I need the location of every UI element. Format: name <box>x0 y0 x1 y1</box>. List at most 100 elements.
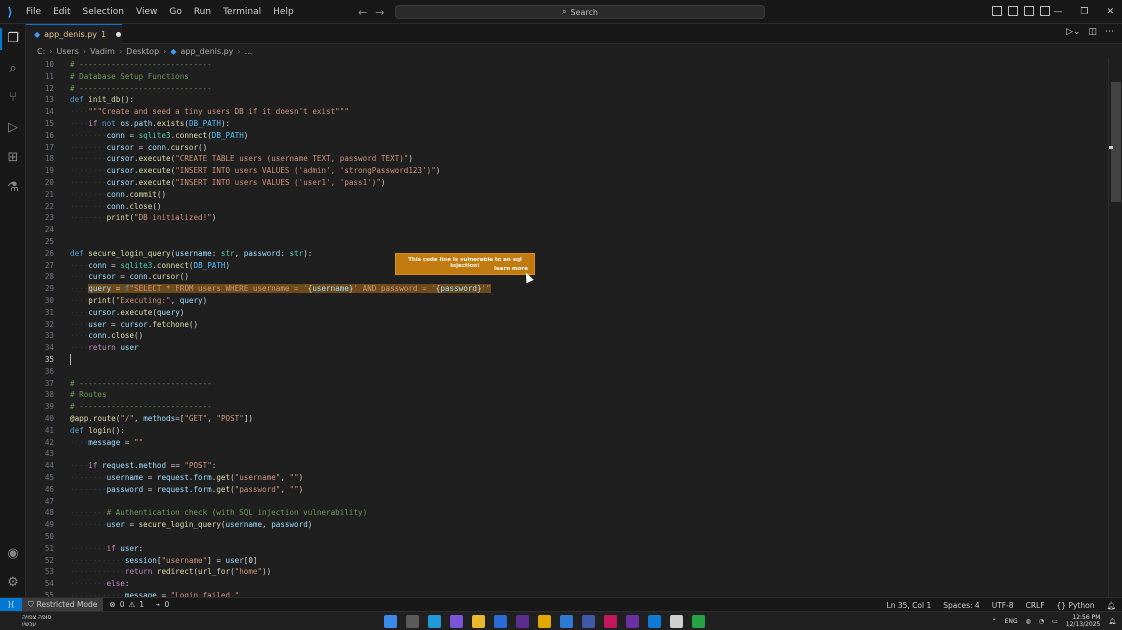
line-number[interactable]: 42 <box>26 437 54 449</box>
code-line[interactable]: 29 ····query = f"SELECT * FROM users WHER… <box>26 283 1106 295</box>
split-editor-icon[interactable]: ◫ <box>1088 27 1097 37</box>
code-line[interactable]: 16 ········conn = sqlite3.connect(DB_PATH… <box>26 130 1106 142</box>
code-line[interactable]: 25 <box>26 236 1106 248</box>
line-number[interactable]: 28 <box>26 271 54 283</box>
code-line[interactable]: 46 ········password = request.form.get("p… <box>26 484 1106 496</box>
line-number[interactable]: 35 <box>26 354 54 366</box>
line-number[interactable]: 36 <box>26 366 54 378</box>
line-number[interactable]: 54 <box>26 578 54 590</box>
tab-app-denis[interactable]: ◆ app_denis.py 1 <box>26 24 122 44</box>
extensions-icon[interactable]: ⊞ <box>5 149 21 165</box>
code-text[interactable]: ········username = request.form.get("use… <box>70 472 303 484</box>
breadcrumb-drive[interactable]: C: <box>37 47 45 56</box>
outlook-icon[interactable] <box>494 615 507 628</box>
line-number[interactable]: 40 <box>26 413 54 425</box>
notifications-bell-icon[interactable]: 🔔︎ <box>1106 601 1116 610</box>
run-file-icon[interactable]: ▷⌄ <box>1066 27 1080 37</box>
line-number[interactable]: 30 <box>26 295 54 307</box>
code-text[interactable]: # ----------------------------- <box>70 83 212 95</box>
code-text[interactable]: ········if user: <box>70 543 143 555</box>
whatsapp-icon[interactable] <box>692 615 705 628</box>
line-number[interactable]: 46 <box>26 484 54 496</box>
line-number[interactable]: 38 <box>26 389 54 401</box>
line-number[interactable]: 11 <box>26 71 54 83</box>
breadcrumb-symbol[interactable]: ... <box>245 47 253 56</box>
code-line[interactable]: 26 def secure_login_query(username: str, … <box>26 248 1106 260</box>
code-text[interactable]: def login(): <box>70 425 125 437</box>
taskbar-search-icon[interactable] <box>406 615 419 628</box>
explorer-icon[interactable]: ❐ <box>5 30 21 46</box>
line-number[interactable]: 17 <box>26 142 54 154</box>
cursor-position[interactable]: Ln 35, Col 1 <box>887 601 932 610</box>
code-line[interactable]: 45 ········username = request.form.get("u… <box>26 472 1106 484</box>
code-text[interactable]: ········cursor = conn.cursor() <box>70 142 207 154</box>
menu-edit[interactable]: Edit <box>47 0 76 24</box>
line-number[interactable]: 21 <box>26 189 54 201</box>
weather-widget[interactable]: סופה צפויה עכשיו <box>22 614 51 628</box>
line-number[interactable]: 41 <box>26 425 54 437</box>
breadcrumb-file[interactable]: app_denis.py <box>181 47 234 56</box>
code-text[interactable]: ············session["username"] = user[0… <box>70 555 258 567</box>
line-number[interactable]: 31 <box>26 307 54 319</box>
code-text[interactable]: # ----------------------------- <box>70 401 212 413</box>
close-icon[interactable]: ✕ <box>1106 7 1114 17</box>
menu-view[interactable]: View <box>130 0 163 24</box>
code-text[interactable]: ········conn.close() <box>70 201 161 213</box>
code-line[interactable]: 39 # ----------------------------- <box>26 401 1106 413</box>
code-text[interactable]: ········conn = sqlite3.connect(DB_PATH) <box>70 130 248 142</box>
line-number[interactable]: 48 <box>26 507 54 519</box>
restore-icon[interactable]: ❐ <box>1080 7 1088 17</box>
code-line[interactable]: 54 ········else: <box>26 578 1106 590</box>
code-text[interactable]: ····message = "" <box>70 437 143 449</box>
app-icon[interactable] <box>582 615 595 628</box>
code-line[interactable]: 53 ············return redirect(url_for("h… <box>26 566 1106 578</box>
code-line[interactable]: 12 # ----------------------------- <box>26 83 1106 95</box>
encoding[interactable]: UTF-8 <box>992 601 1014 610</box>
editor-scrollbar[interactable] <box>1108 58 1122 597</box>
code-line[interactable]: 30 ····print("Executing:", query) <box>26 295 1106 307</box>
network-icon[interactable]: ◍ <box>1026 618 1031 625</box>
code-line[interactable]: 23 ········print("DB initialized!") <box>26 212 1106 224</box>
code-line[interactable]: 42 ····message = "" <box>26 437 1106 449</box>
vs-icon[interactable] <box>626 615 639 628</box>
code-line[interactable]: 52 ············session["username"] = user… <box>26 555 1106 567</box>
line-number[interactable]: 52 <box>26 555 54 567</box>
back-arrow-icon[interactable]: ← <box>358 6 367 19</box>
line-number[interactable]: 29 <box>26 283 54 295</box>
code-line[interactable]: 41 def login(): <box>26 425 1106 437</box>
line-number[interactable]: 50 <box>26 531 54 543</box>
code-text[interactable]: ········print("DB initialized!") <box>70 212 216 224</box>
code-line[interactable]: 38 # Routes <box>26 389 1106 401</box>
code-line[interactable]: 15 ····if not os.path.exists(DB_PATH): <box>26 118 1106 130</box>
menu-help[interactable]: Help <box>267 0 300 24</box>
line-number[interactable]: 20 <box>26 177 54 189</box>
code-text[interactable]: ············message = "Login failed." <box>70 590 239 597</box>
command-center-search[interactable]: ⌕ Search <box>395 5 765 19</box>
code-line[interactable]: 50 <box>26 531 1106 543</box>
menu-terminal[interactable]: Terminal <box>217 0 267 24</box>
code-line[interactable]: 55 ············message = "Login failed." <box>26 590 1106 597</box>
scrollbar-thumb[interactable] <box>1111 82 1121 202</box>
code-text[interactable]: # ----------------------------- <box>70 59 212 71</box>
code-line[interactable]: 13 def init_db(): <box>26 94 1106 106</box>
learn-more-link[interactable]: learn more <box>494 266 528 272</box>
unsaved-dot-icon[interactable] <box>116 32 122 37</box>
settings-gear-icon[interactable]: ⚙ <box>5 574 21 590</box>
code-text[interactable]: @app.route("/", methods=["GET", "POST"]) <box>70 413 253 425</box>
line-number[interactable]: 32 <box>26 319 54 331</box>
indentation[interactable]: Spaces: 4 <box>943 601 979 610</box>
code-text[interactable]: ····"""Create and seed a tiny users DB i… <box>70 106 349 118</box>
code-text[interactable]: ········cursor.execute("INSERT INTO user… <box>70 165 440 177</box>
code-line[interactable]: 34 ····return user <box>26 342 1106 354</box>
edge-icon[interactable] <box>428 615 441 628</box>
line-number[interactable]: 51 <box>26 543 54 555</box>
remote-indicator-icon[interactable]: ⟩⟨ <box>0 597 22 612</box>
code-text[interactable]: ········else: <box>70 578 129 590</box>
line-number[interactable]: 49 <box>26 519 54 531</box>
code-line[interactable]: 11 # Database Setup Functions <box>26 71 1106 83</box>
code-line[interactable]: 36 <box>26 366 1106 378</box>
account-icon[interactable]: ◉ <box>5 545 21 561</box>
code-line[interactable]: 22 ········conn.close() <box>26 201 1106 213</box>
customize-layout-icon[interactable] <box>1040 6 1050 16</box>
code-line[interactable]: 24 <box>26 224 1106 236</box>
